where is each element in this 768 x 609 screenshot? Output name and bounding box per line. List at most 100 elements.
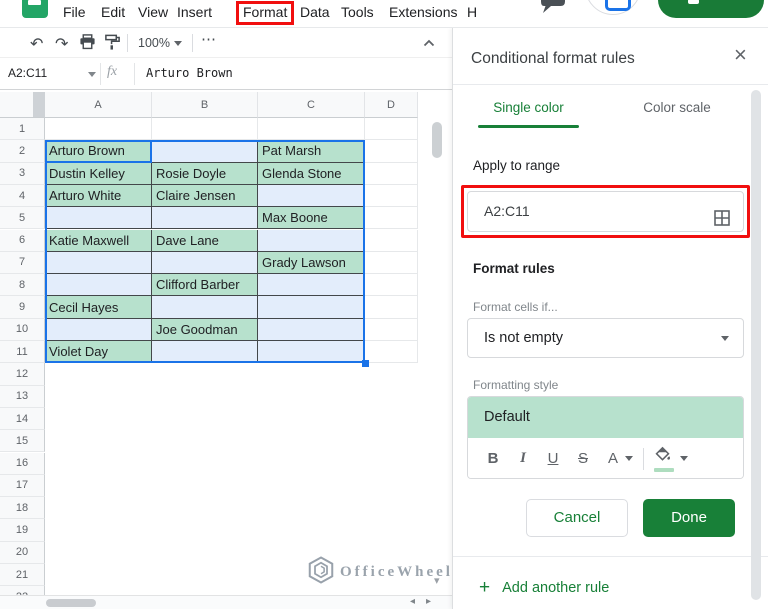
row-header-19[interactable]: 19 (0, 519, 45, 542)
cell-D2[interactable] (365, 140, 418, 163)
bold-icon[interactable]: B (483, 450, 503, 467)
name-box[interactable]: A2:C11 (8, 66, 47, 80)
dropdown-caret-icon (721, 336, 729, 341)
fill-handle[interactable] (361, 359, 369, 367)
fill-color-swatch (654, 467, 674, 472)
menu-view[interactable]: View (138, 4, 168, 20)
row-header-15[interactable]: 15 (0, 430, 45, 453)
row-header-2[interactable]: 2 (0, 140, 45, 163)
row-header-7[interactable]: 7 (0, 251, 45, 275)
paint-format-icon[interactable] (104, 33, 121, 56)
italic-icon[interactable]: I (513, 450, 533, 467)
cancel-button[interactable]: Cancel (526, 499, 628, 537)
row-header-21[interactable]: 21 (0, 564, 45, 587)
row-header-17[interactable]: 17 (0, 474, 45, 498)
row-header-11[interactable]: 11 (0, 341, 45, 364)
cell-D7[interactable] (365, 251, 418, 275)
fill-color-caret-icon[interactable] (680, 456, 688, 461)
row-header-1[interactable]: 1 (0, 118, 45, 141)
sheets-logo-icon[interactable] (22, 0, 48, 18)
menu-tools[interactable]: Tools (341, 4, 374, 20)
add-another-rule-button[interactable]: + Add another rule (479, 577, 609, 599)
print-icon[interactable] (79, 33, 96, 56)
panel-divider (453, 556, 768, 557)
panel-divider (453, 84, 768, 85)
scroll-left-arrow-icon[interactable]: ◂ (410, 596, 415, 607)
share-button[interactable] (658, 0, 764, 18)
menu-help[interactable]: Help (467, 4, 477, 20)
vertical-scrollbar[interactable] (432, 122, 442, 158)
formatting-toolbar: B I U S A (468, 438, 743, 478)
fx-icon: fx (107, 64, 118, 79)
undo-icon[interactable]: ↶ (30, 34, 43, 53)
cell-D8[interactable] (365, 274, 418, 297)
formula-bar: A2:C11 fx Arturo Brown (0, 58, 452, 90)
cell-D1[interactable] (365, 118, 418, 141)
tab-single-color[interactable]: Single color (478, 100, 579, 126)
row-header-6[interactable]: 6 (0, 229, 45, 252)
more-options-icon[interactable]: ⋯ (201, 30, 217, 48)
cell-D11[interactable] (365, 341, 418, 364)
close-icon[interactable]: × (734, 42, 747, 68)
text-color-caret-icon[interactable] (625, 456, 633, 461)
style-preview: Default (468, 397, 743, 438)
row-header-20[interactable]: 20 (0, 541, 45, 564)
row-header-10[interactable]: 10 (0, 318, 45, 341)
cell-B1[interactable] (152, 118, 258, 141)
collapse-toolbar-icon[interactable] (421, 35, 437, 56)
fill-color-icon[interactable] (654, 446, 676, 472)
horizontal-scrollbar-thumb[interactable] (46, 599, 96, 607)
cell-D6[interactable] (365, 229, 418, 252)
row-header-16[interactable]: 16 (0, 452, 45, 475)
redo-icon[interactable]: ↷ (55, 34, 68, 53)
annotation-box-range (461, 185, 750, 238)
formula-input[interactable]: Arturo Brown (146, 66, 233, 80)
toolbar: ↶ ↷ 100% ⋯ (0, 28, 452, 58)
tab-color-scale[interactable]: Color scale (638, 100, 716, 126)
cell-A1[interactable] (45, 118, 152, 141)
menu-edit[interactable]: Edit (101, 4, 125, 20)
row-header-12[interactable]: 12 (0, 363, 45, 386)
column-header-C[interactable]: C (258, 92, 365, 118)
format-cells-if-label: Format cells if... (473, 300, 558, 314)
menu-insert[interactable]: Insert (177, 4, 212, 20)
cell-D3[interactable] (365, 162, 418, 185)
horizontal-scrollbar[interactable]: ◂ ▸ (0, 595, 452, 609)
row-header-4[interactable]: 4 (0, 184, 45, 208)
row-header-14[interactable]: 14 (0, 407, 45, 431)
cell-C1[interactable] (258, 118, 365, 141)
row-header-9[interactable]: 9 (0, 296, 45, 319)
condition-dropdown[interactable]: Is not empty (467, 318, 744, 358)
zoom-caret-icon[interactable] (174, 41, 182, 46)
cell-D10[interactable] (365, 318, 418, 341)
apply-to-range-label: Apply to range (473, 158, 561, 173)
zoom-dropdown[interactable]: 100% (138, 36, 170, 50)
row-header-13[interactable]: 13 (0, 385, 45, 408)
underline-icon[interactable]: U (543, 450, 563, 467)
column-header-A[interactable]: A (45, 92, 152, 118)
select-all-corner[interactable] (0, 92, 45, 118)
cell-D5[interactable] (365, 207, 418, 230)
cell-D4[interactable] (365, 184, 418, 208)
column-header-D[interactable]: D (365, 92, 418, 118)
menu-file[interactable]: File (63, 4, 86, 20)
strikethrough-icon[interactable]: S (573, 450, 593, 467)
comment-history-icon[interactable] (540, 0, 566, 19)
scroll-right-arrow-icon[interactable]: ▸ (426, 596, 431, 607)
formula-bar-divider (100, 63, 101, 85)
panel-title: Conditional format rules (471, 50, 635, 67)
panel-scrollbar[interactable] (751, 90, 761, 600)
row-header-8[interactable]: 8 (0, 274, 45, 297)
watermark-text: OfficeWheel (340, 564, 452, 580)
row-header-18[interactable]: 18 (0, 497, 45, 520)
cell-D9[interactable] (365, 296, 418, 319)
name-box-caret-icon[interactable] (88, 72, 96, 77)
text-color-icon[interactable]: A (603, 450, 623, 467)
row-header-5[interactable]: 5 (0, 207, 45, 230)
sheets-logo-grid (28, 0, 41, 5)
column-header-B[interactable]: B (152, 92, 258, 118)
row-header-3[interactable]: 3 (0, 162, 45, 185)
menu-extensions[interactable]: Extensions (389, 4, 457, 20)
done-button[interactable]: Done (643, 499, 735, 537)
menu-data[interactable]: Data (300, 4, 330, 20)
